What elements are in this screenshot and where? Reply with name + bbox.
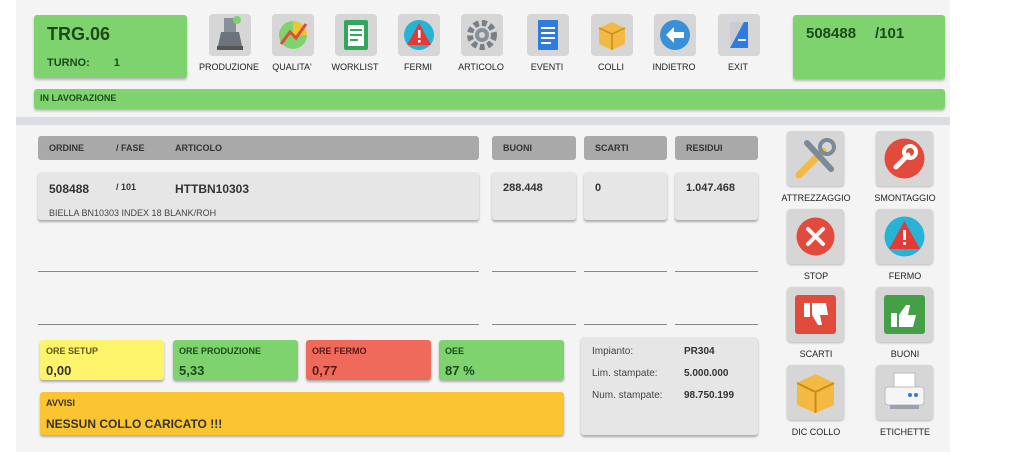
table-header-main: ORDINE / FASE ARTICOLO [38, 136, 479, 160]
kpi-oee: OEE 87 % [439, 340, 564, 380]
turno-value: 1 [113, 57, 120, 69]
header-articolo: ARTICOLO [175, 143, 222, 153]
kpi-ore-fermo: ORE FERMO 0,77 [306, 340, 431, 380]
status-text: IN LAVORAZIONE [40, 93, 117, 103]
stop-button[interactable]: STOP [773, 209, 859, 285]
header-residui: RESIDUI [686, 143, 723, 153]
box-icon [787, 365, 844, 420]
clipboard-icon [335, 14, 377, 56]
header-buoni: BUONI [503, 143, 532, 153]
avvisi-message: NESSUN COLLO CARICATO !!! [46, 417, 223, 431]
table-header-residui: RESIDUI [675, 136, 758, 160]
fermo-button[interactable]: FERMO [862, 209, 948, 285]
thumbs-up-icon [876, 287, 933, 342]
empty-row-cell [675, 225, 758, 272]
stop-x-icon [787, 209, 844, 264]
smontaggio-button[interactable]: SMONTAGGIO [862, 131, 948, 207]
station-title: TRG.06 [47, 24, 111, 44]
row-descrizione: BIELLA BN10303 INDEX 18 BLANK/ROH [49, 208, 217, 218]
table-header-buoni: BUONI [492, 136, 576, 160]
box-icon [591, 14, 633, 56]
empty-row-cell [584, 278, 667, 325]
kpi-label: OEE [445, 346, 465, 356]
empty-row[interactable] [38, 225, 479, 272]
empty-row-cell [584, 225, 667, 272]
factory-icon [209, 14, 251, 56]
machine-info-panel: Impianto: PR304 Lim. stampate: 5.000.000… [581, 337, 758, 435]
printer-icon [876, 365, 933, 420]
station-card: TRG.06 TURNO: 1 [34, 15, 187, 78]
kpi-label: ORE FERMO [312, 346, 367, 356]
attrezzaggio-button[interactable]: ATTREZZAGGIO [773, 131, 859, 207]
row-buoni-cell: 288.448 [492, 172, 576, 220]
section-divider [16, 117, 950, 125]
tools-icon [787, 131, 844, 186]
toolbar-label: EXIT [727, 62, 748, 72]
impianto-value: PR304 [684, 346, 715, 357]
kpi-ore-setup: ORE SETUP 0,00 [40, 340, 164, 380]
header-fase: / FASE [116, 143, 145, 153]
num-stampate-label: Num. stampate: [592, 390, 663, 401]
header-scarti: SCARTI [595, 143, 629, 153]
empty-row-cell [492, 278, 576, 325]
empty-row-cell [492, 225, 576, 272]
toolbar-exit-button[interactable]: EXIT [706, 14, 770, 78]
kpi-value: 0,00 [46, 363, 72, 378]
kpi-label: ORE PRODUZIONE [179, 346, 262, 356]
fermo-label: FERMO [888, 271, 922, 281]
row-ordine: 508488 [49, 182, 90, 196]
scarti-button[interactable]: SCARTI [773, 287, 859, 363]
row-buoni: 288.448 [503, 182, 543, 194]
dic-collo-button[interactable]: DIC COLLO [773, 365, 859, 441]
avvisi-panel: AVVISI NESSUN COLLO CARICATO !!! [40, 392, 564, 435]
document-icon [527, 14, 569, 56]
table-header-scarti: SCARTI [584, 136, 667, 160]
attrezzaggio-label: ATTREZZAGGIO [781, 193, 851, 203]
empty-row[interactable] [38, 278, 479, 325]
kpi-value: 87 % [445, 363, 475, 378]
smontaggio-label: SMONTAGGIO [874, 193, 936, 203]
dic-collo-label: DIC COLLO [791, 427, 841, 437]
current-order-card: 508488 /101 [793, 15, 945, 79]
row-scarti-cell: 0 [584, 172, 667, 220]
num-stampate-value: 98.750.199 [684, 390, 735, 401]
row-scarti: 0 [595, 182, 602, 194]
gear-icon [461, 14, 503, 56]
avvisi-title: AVVISI [46, 398, 75, 408]
table-row[interactable]: 508488 / 101 HTTBN10303 BIELLA BN10303 I… [38, 172, 479, 220]
etichette-label: ETICHETTE [879, 427, 930, 437]
lim-stampate-value: 5.000.000 [684, 368, 729, 379]
thumbs-down-icon [787, 287, 844, 342]
toolbar-articolo-button[interactable]: ARTICOLO [449, 14, 513, 78]
exit-icon [718, 14, 760, 56]
buoni-button[interactable]: BUONI [862, 287, 948, 363]
kpi-value: 5,33 [179, 363, 205, 378]
kpi-label: ORE SETUP [46, 346, 99, 356]
buoni-label: BUONI [890, 349, 920, 359]
current-order-phase: /101 [875, 25, 905, 42]
row-residui-cell: 1.047.468 [675, 172, 758, 220]
kpi-ore-produzione: ORE PRODUZIONE 5,33 [173, 340, 298, 380]
back-arrow-icon [654, 14, 696, 56]
scarti-label: SCARTI [799, 349, 833, 359]
row-articolo: HTTBN10303 [175, 182, 250, 196]
status-bar: IN LAVORAZIONE [34, 89, 945, 109]
impianto-label: Impianto: [592, 346, 634, 357]
turno-info: TURNO: 1 [47, 57, 120, 69]
quality-chart-icon [272, 14, 314, 56]
current-order-number: 508488 [806, 25, 857, 42]
lim-stampate-label: Lim. stampate: [592, 368, 658, 379]
wrench-icon [876, 131, 933, 186]
row-residui: 1.047.468 [686, 182, 735, 194]
warning-icon [398, 14, 440, 56]
stop-label: STOP [803, 271, 829, 281]
etichette-button[interactable]: ETICHETTE [862, 365, 948, 441]
turno-label: TURNO: [47, 57, 90, 69]
row-fase: / 101 [116, 182, 137, 192]
empty-row-cell [675, 278, 758, 325]
kpi-value: 0,77 [312, 363, 338, 378]
header-ordine: ORDINE [49, 143, 85, 153]
warning-icon [876, 209, 933, 264]
